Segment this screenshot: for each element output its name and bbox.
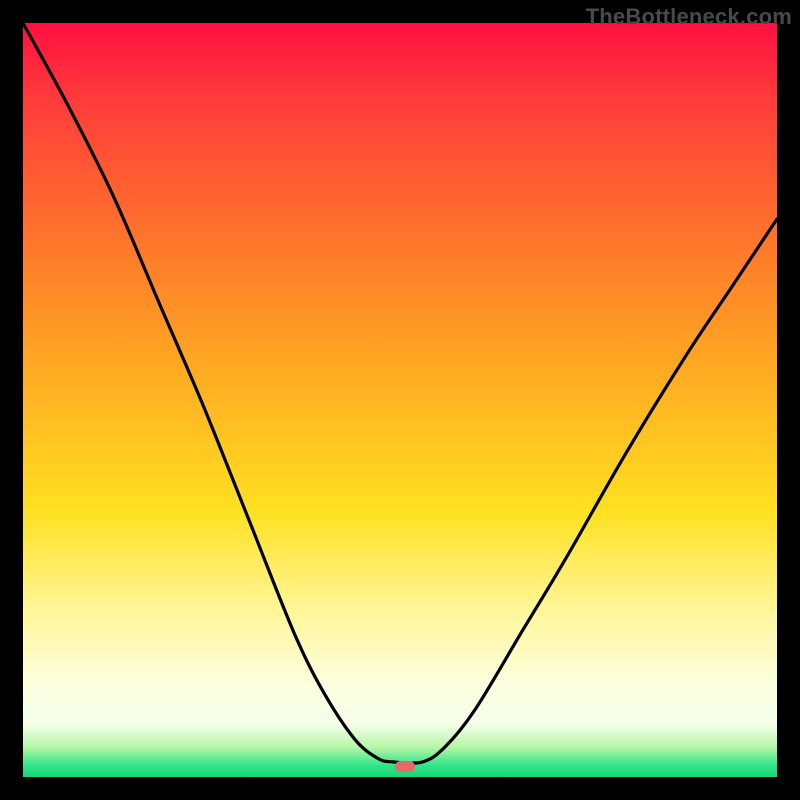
bottleneck-marker xyxy=(395,761,415,772)
chart-frame: TheBottleneck.com xyxy=(0,0,800,800)
plot-area xyxy=(23,23,777,777)
watermark-text: TheBottleneck.com xyxy=(586,4,792,30)
curve-line xyxy=(23,23,777,777)
